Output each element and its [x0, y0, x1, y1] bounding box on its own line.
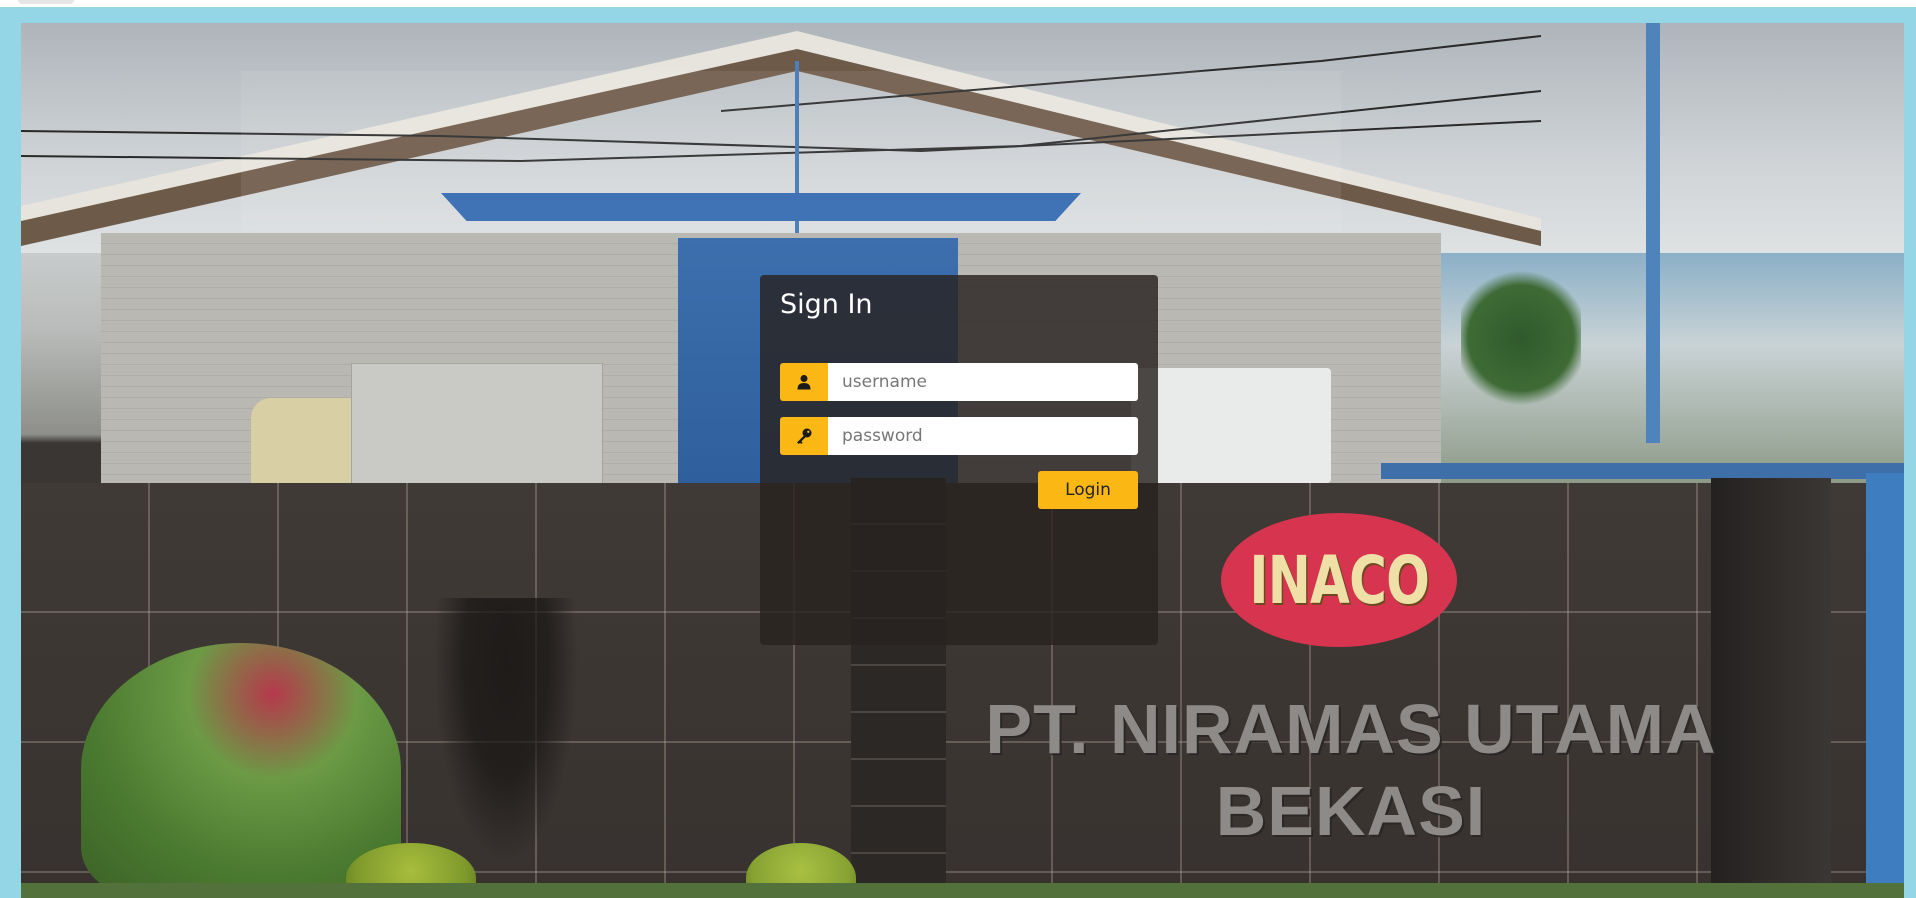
username-addon	[780, 363, 828, 401]
blue-awning	[441, 193, 1081, 221]
company-logo-text: INACO	[1249, 541, 1430, 619]
username-group	[780, 363, 1138, 401]
login-panel: Sign In Login	[760, 275, 1158, 645]
login-title: Sign In	[780, 289, 873, 320]
grass	[21, 883, 1904, 898]
password-group	[780, 417, 1138, 455]
truck-box-left	[351, 363, 603, 485]
key-icon	[797, 428, 812, 444]
top-strip-tab	[18, 0, 74, 4]
top-strip	[0, 0, 1916, 7]
blue-gate	[1866, 473, 1904, 893]
username-input[interactable]	[828, 363, 1138, 401]
password-addon	[780, 417, 828, 455]
password-input[interactable]	[828, 417, 1138, 455]
company-sign: PT. NIRAMAS UTAMA BEKASI	[981, 688, 1721, 852]
trees	[1461, 263, 1581, 413]
company-sign-line2: BEKASI	[1215, 772, 1487, 850]
truck-cab-left	[251, 398, 361, 483]
wall-pillar-right	[1711, 478, 1831, 898]
blue-fence	[1381, 463, 1904, 479]
page-frame: INACO PT. NIRAMAS UTAMA BEKASI Sign In u…	[0, 7, 1916, 898]
company-sign-line1: PT. NIRAMAS UTAMA	[985, 690, 1717, 768]
company-logo: INACO	[1221, 513, 1457, 647]
utility-pole	[1646, 23, 1660, 443]
truck-right	[1131, 368, 1331, 483]
login-button[interactable]: Login	[1038, 471, 1138, 509]
flower-bush	[81, 643, 401, 898]
user-icon	[797, 375, 811, 390]
